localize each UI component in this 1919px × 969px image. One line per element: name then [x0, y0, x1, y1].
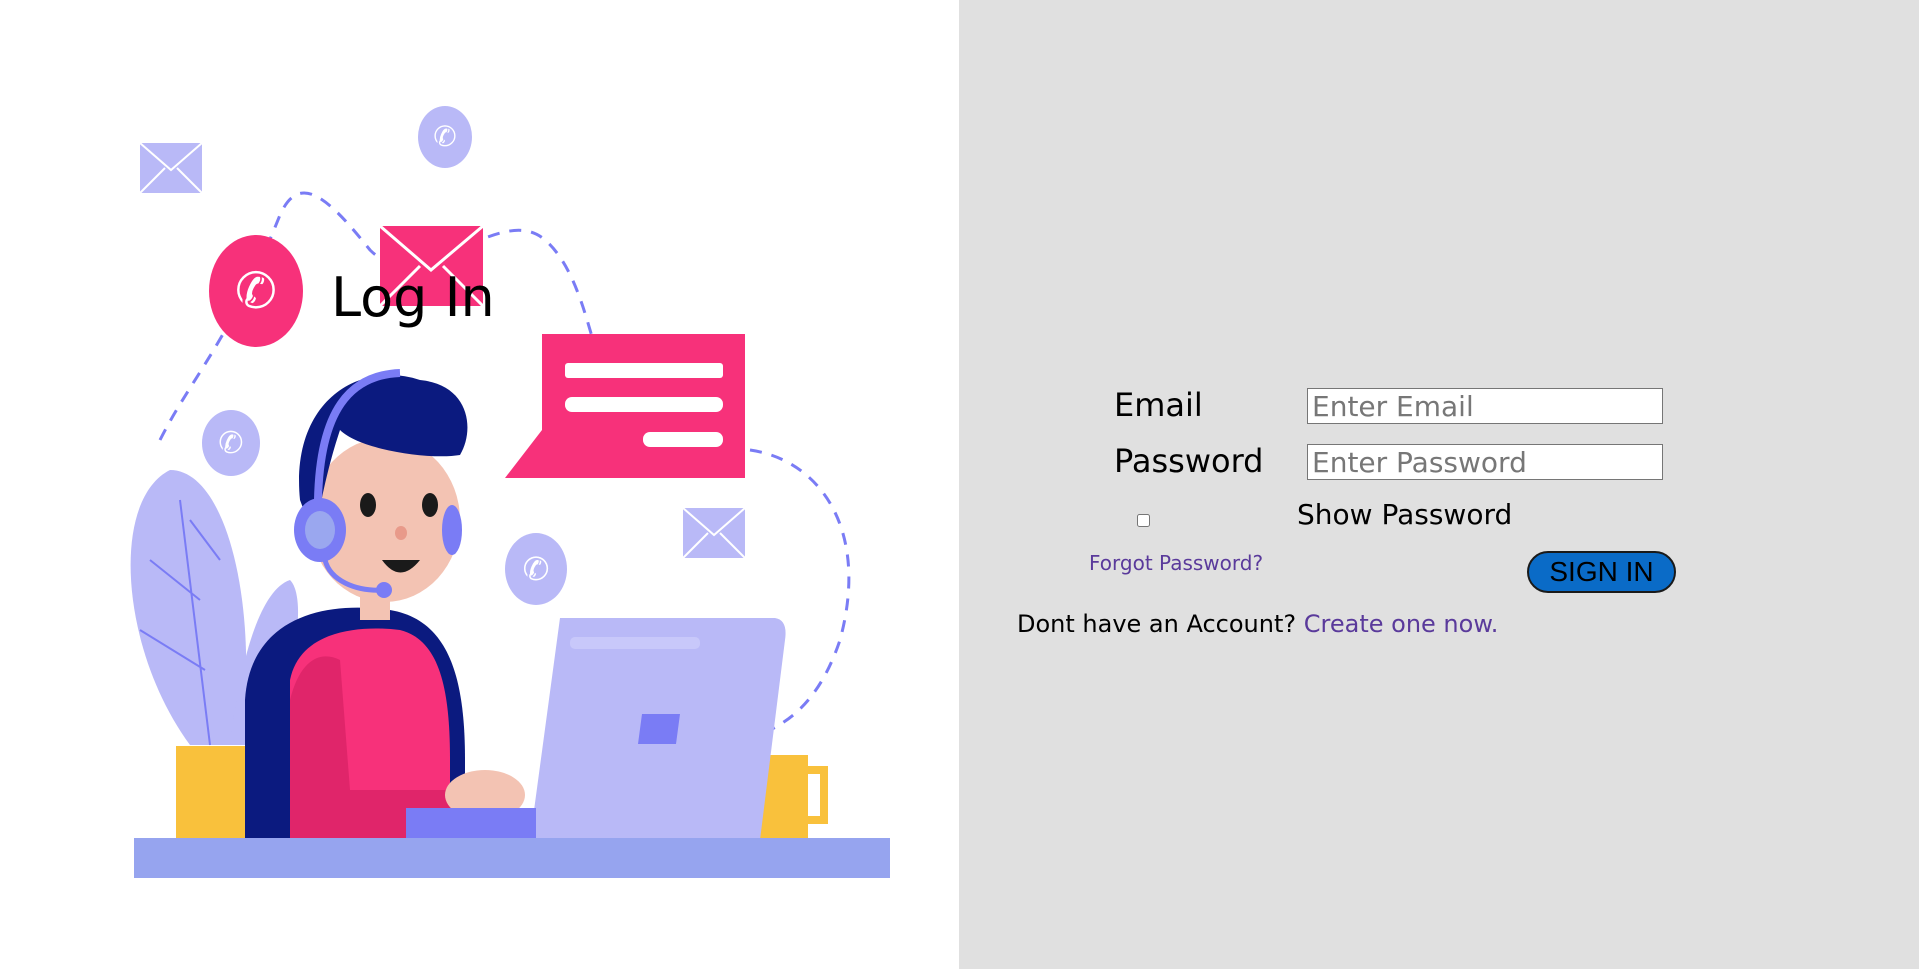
phone-icon: ✆: [505, 533, 567, 605]
show-password-checkbox[interactable]: [1137, 514, 1150, 527]
envelope-icon: [682, 507, 746, 559]
phone-icon: ✆: [418, 106, 472, 168]
svg-text:✆: ✆: [218, 426, 243, 461]
illustration-panel: ✆ ✆ ✆ ✆: [0, 0, 959, 969]
chat-bubble-icon: [505, 334, 745, 478]
svg-text:✆: ✆: [523, 550, 550, 588]
phone-icon: ✆: [202, 410, 260, 476]
phone-icon: ✆: [209, 235, 303, 347]
login-panel: [959, 0, 1919, 969]
password-label: Password: [1114, 442, 1264, 480]
envelope-icon: [139, 142, 203, 194]
svg-text:✆: ✆: [433, 120, 456, 153]
desk: [134, 838, 890, 878]
email-label: Email: [1114, 386, 1203, 424]
create-account-link[interactable]: Create one now.: [1304, 610, 1499, 638]
email-input[interactable]: [1307, 388, 1663, 424]
no-account-text: Dont have an Account?: [1017, 610, 1297, 638]
support-illustration: ✆ ✆ ✆ ✆: [130, 106, 890, 878]
sign-in-button[interactable]: SIGN IN: [1527, 551, 1676, 593]
show-password-label: Show Password: [1297, 498, 1513, 531]
svg-text:✆: ✆: [235, 262, 277, 320]
password-input[interactable]: [1307, 444, 1663, 480]
create-account-row: Dont have an Account? Create one now.: [1017, 610, 1498, 638]
forgot-password-link[interactable]: Forgot Password?: [1089, 551, 1263, 575]
login-title-text: Log In: [331, 266, 495, 329]
